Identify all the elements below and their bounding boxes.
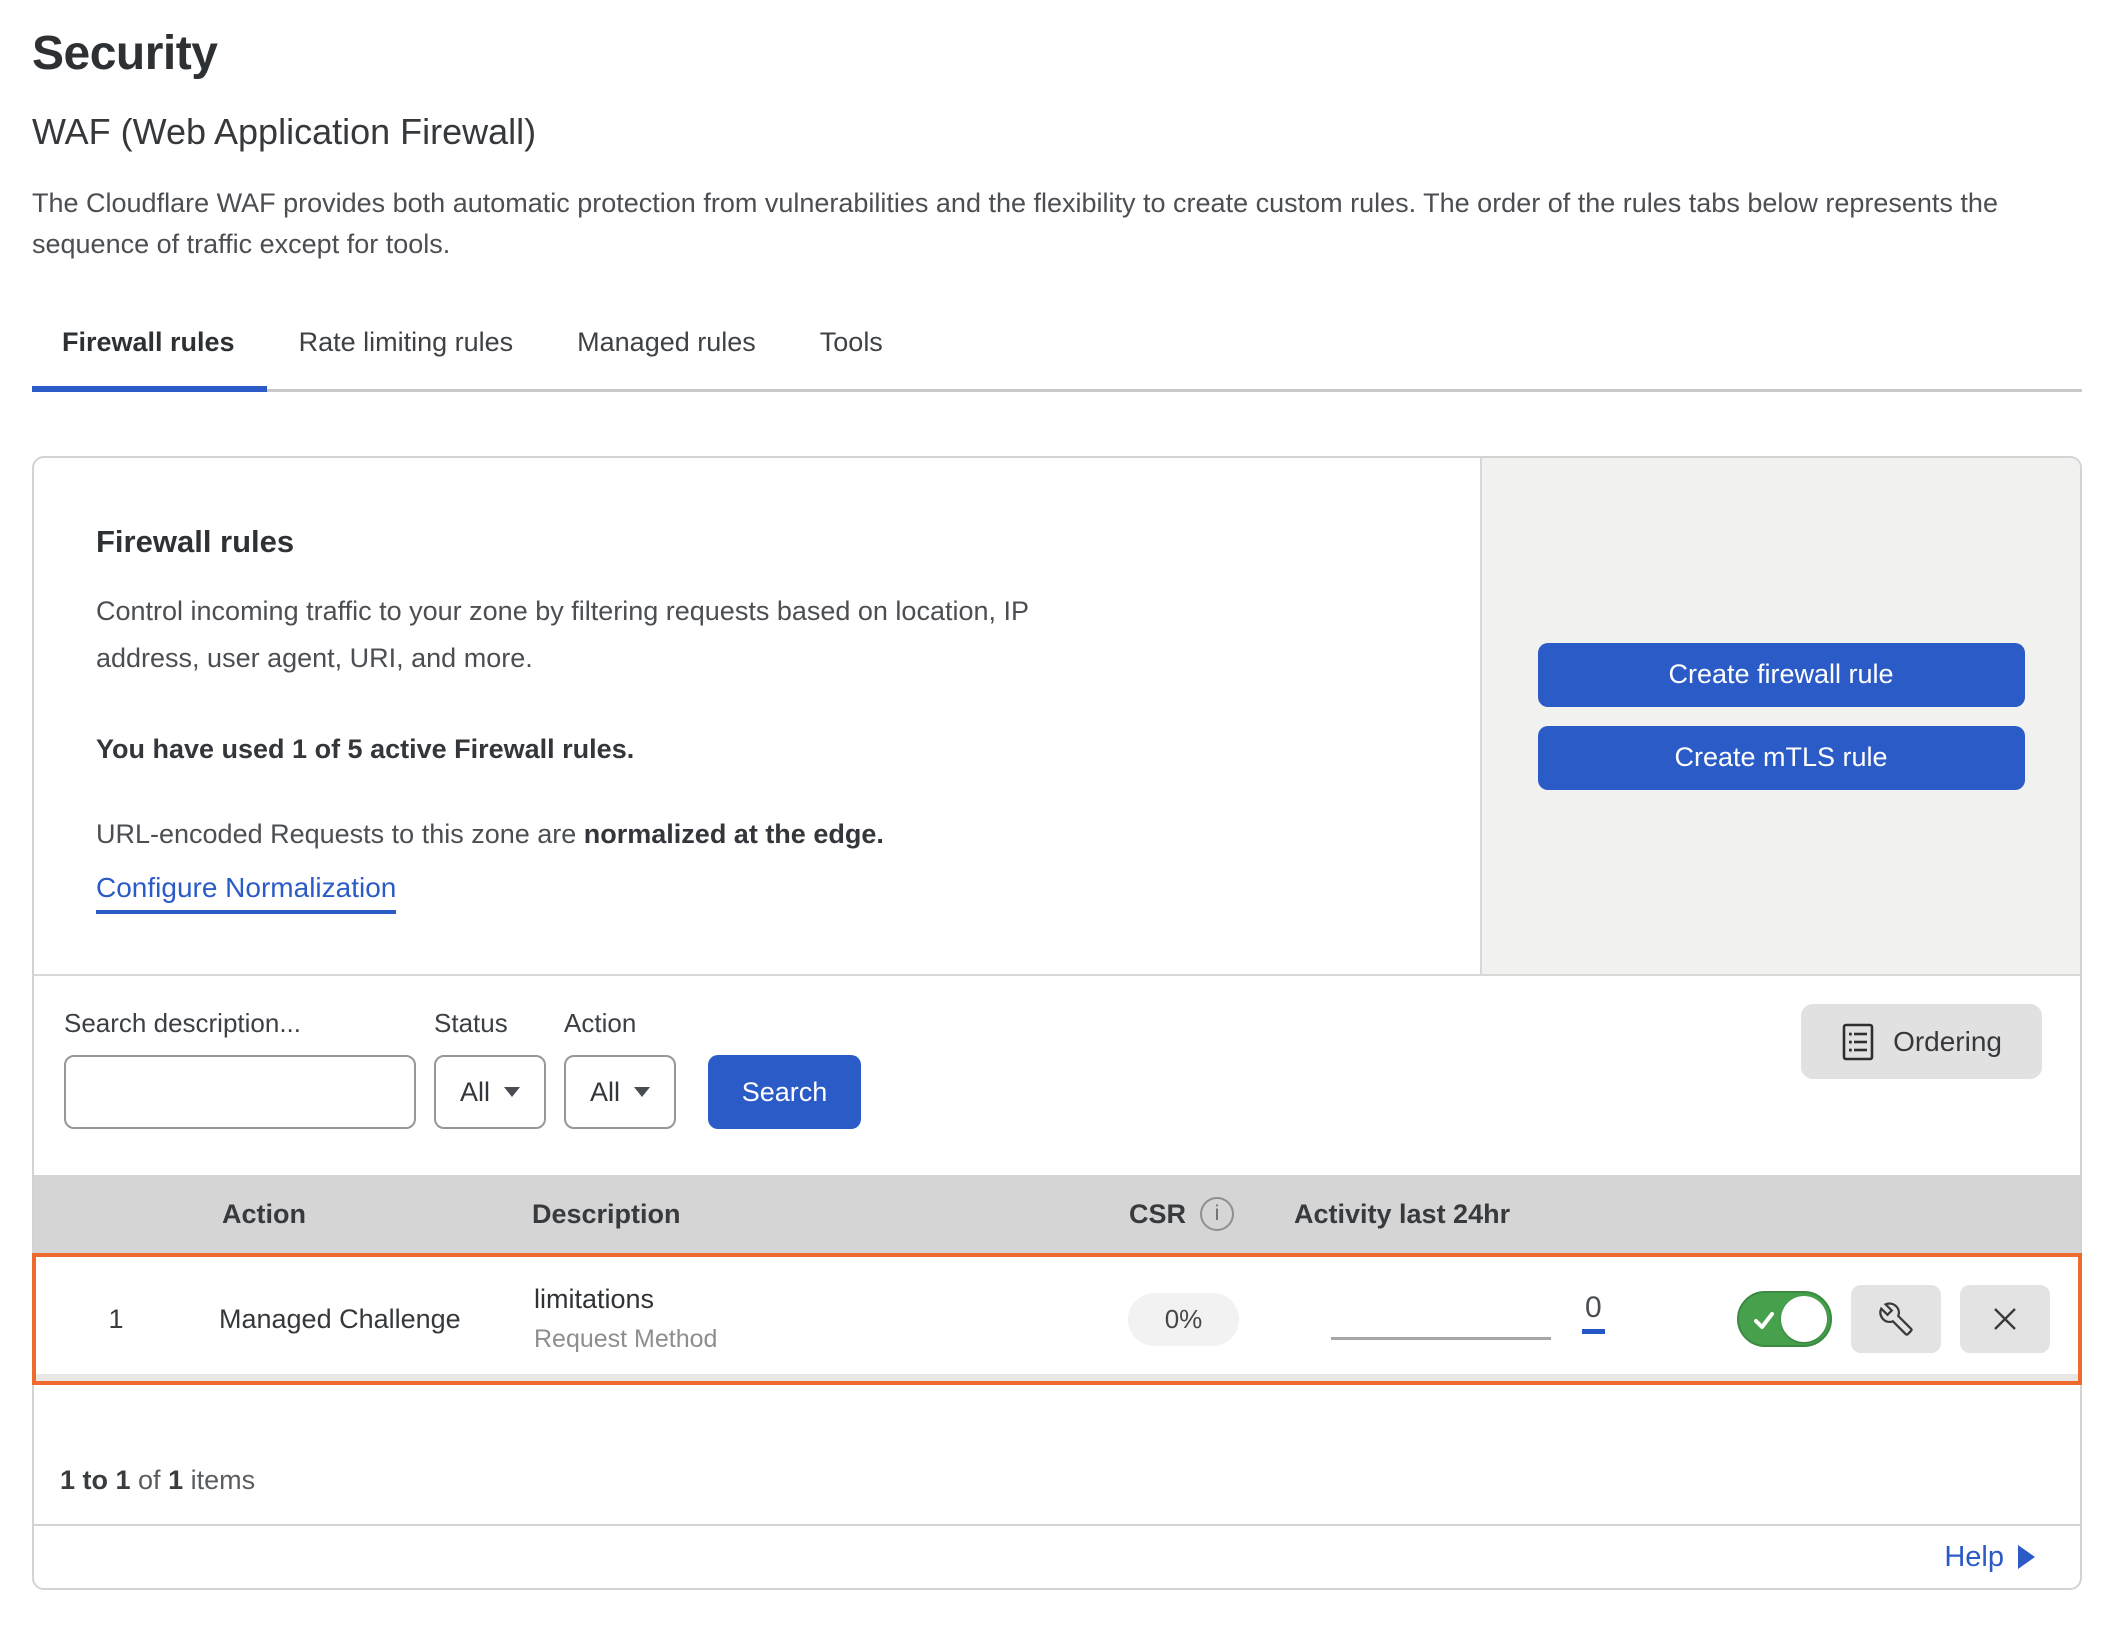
card-heading: Firewall rules — [96, 524, 1420, 560]
action-dropdown[interactable]: All — [564, 1055, 676, 1129]
header-description: Description — [524, 1199, 1089, 1230]
search-box[interactable] — [64, 1055, 416, 1129]
page-description: The Cloudflare WAF provides both automat… — [32, 183, 2072, 265]
activity-sparkline — [1331, 1337, 1551, 1340]
chevron-down-icon — [504, 1087, 520, 1097]
firewall-rules-card: Firewall rules Control incoming traffic … — [34, 458, 2080, 974]
table-row: 1 Managed Challenge limitations Request … — [32, 1253, 2082, 1385]
csr-info-icon[interactable]: i — [1200, 1197, 1234, 1231]
checkmark-icon — [1751, 1307, 1777, 1333]
header-csr: CSR i — [1129, 1197, 1234, 1231]
normalization-text: URL-encoded Requests to this zone are — [96, 819, 584, 849]
chevron-down-icon — [634, 1087, 650, 1097]
status-label: Status — [434, 1008, 546, 1039]
toggle-knob — [1781, 1296, 1827, 1342]
wrench-icon — [1879, 1302, 1913, 1336]
help-link[interactable]: Help — [1944, 1541, 2035, 1574]
card-description: Control incoming traffic to your zone by… — [96, 588, 1076, 682]
configure-normalization-link[interactable]: Configure Normalization — [96, 872, 396, 914]
rules-filter-bar: Search description... Status All — [34, 974, 2080, 1175]
help-label: Help — [1944, 1541, 2004, 1574]
rule-activity-cell: 0 — [1276, 1257, 1706, 1381]
status-group: Status All — [434, 1008, 546, 1129]
triangle-right-icon — [2018, 1545, 2035, 1569]
action-group: Action All — [564, 1008, 676, 1129]
create-rule-sidebar: Create firewall rule Create mTLS rule — [1480, 458, 2080, 974]
status-value: All — [460, 1077, 490, 1108]
header-activity: Activity last 24hr — [1274, 1199, 1704, 1230]
ordering-label: Ordering — [1893, 1026, 2002, 1058]
rule-controls — [1706, 1285, 2078, 1353]
header-action: Action — [194, 1199, 524, 1230]
rule-description-cell: limitations Request Method — [526, 1284, 1091, 1354]
activity-count-link[interactable]: 0 — [1582, 1291, 1605, 1334]
tab-rate-limiting-rules[interactable]: Rate limiting rules — [267, 327, 546, 392]
rule-description: limitations — [534, 1284, 1091, 1315]
items-range: 1 to 1 — [60, 1465, 131, 1495]
search-group: Search description... — [64, 1008, 416, 1129]
page-subtitle: WAF (Web Application Firewall) — [32, 111, 2074, 153]
normalization-bold: normalized at the edge. — [584, 819, 884, 849]
search-input[interactable] — [96, 1077, 431, 1108]
rule-expression-summary: Request Method — [534, 1325, 1091, 1354]
rules-table-header: Action Description CSR i Activity last 2… — [34, 1175, 2080, 1253]
tab-tools[interactable]: Tools — [788, 327, 915, 392]
ordering-list-icon — [1841, 1022, 1875, 1062]
firewall-rules-panel: Firewall rules Control incoming traffic … — [32, 456, 2082, 1590]
items-of: of — [131, 1465, 169, 1495]
delete-rule-button[interactable] — [1960, 1285, 2050, 1353]
status-dropdown[interactable]: All — [434, 1055, 546, 1129]
waf-tabs: Firewall rules Rate limiting rules Manag… — [32, 327, 2082, 392]
rule-action: Managed Challenge — [196, 1304, 526, 1335]
items-word: items — [183, 1465, 255, 1495]
usage-summary: You have used 1 of 5 active Firewall rul… — [96, 734, 1420, 765]
items-count: 1 to 1 of 1 items — [34, 1385, 2080, 1524]
close-icon — [1989, 1303, 2021, 1335]
tab-managed-rules[interactable]: Managed rules — [545, 327, 788, 392]
page-title: Security — [32, 26, 2074, 81]
create-firewall-rule-button[interactable]: Create firewall rule — [1538, 643, 2025, 707]
header-csr-label: CSR — [1129, 1199, 1186, 1230]
create-mtls-rule-button[interactable]: Create mTLS rule — [1538, 726, 2025, 790]
ordering-button[interactable]: Ordering — [1801, 1004, 2042, 1079]
edit-rule-button[interactable] — [1851, 1285, 1941, 1353]
tab-firewall-rules[interactable]: Firewall rules — [32, 327, 267, 392]
action-value: All — [590, 1077, 620, 1108]
search-button[interactable]: Search — [708, 1055, 861, 1129]
action-label: Action — [564, 1008, 676, 1039]
page-header: Security WAF (Web Application Firewall) … — [0, 0, 2114, 265]
csr-badge: 0% — [1128, 1293, 1240, 1346]
panel-footer: Help — [34, 1524, 2080, 1588]
normalization-note: URL-encoded Requests to this zone are no… — [96, 819, 1420, 850]
security-waf-page: Security WAF (Web Application Firewall) … — [0, 0, 2114, 1638]
rule-priority: 1 — [36, 1304, 196, 1335]
rule-csr-cell: 0% — [1128, 1293, 1240, 1346]
rule-enabled-toggle[interactable] — [1737, 1291, 1832, 1347]
firewall-rules-info: Firewall rules Control incoming traffic … — [34, 458, 1480, 974]
search-label: Search description... — [64, 1008, 416, 1039]
items-total: 1 — [168, 1465, 183, 1495]
